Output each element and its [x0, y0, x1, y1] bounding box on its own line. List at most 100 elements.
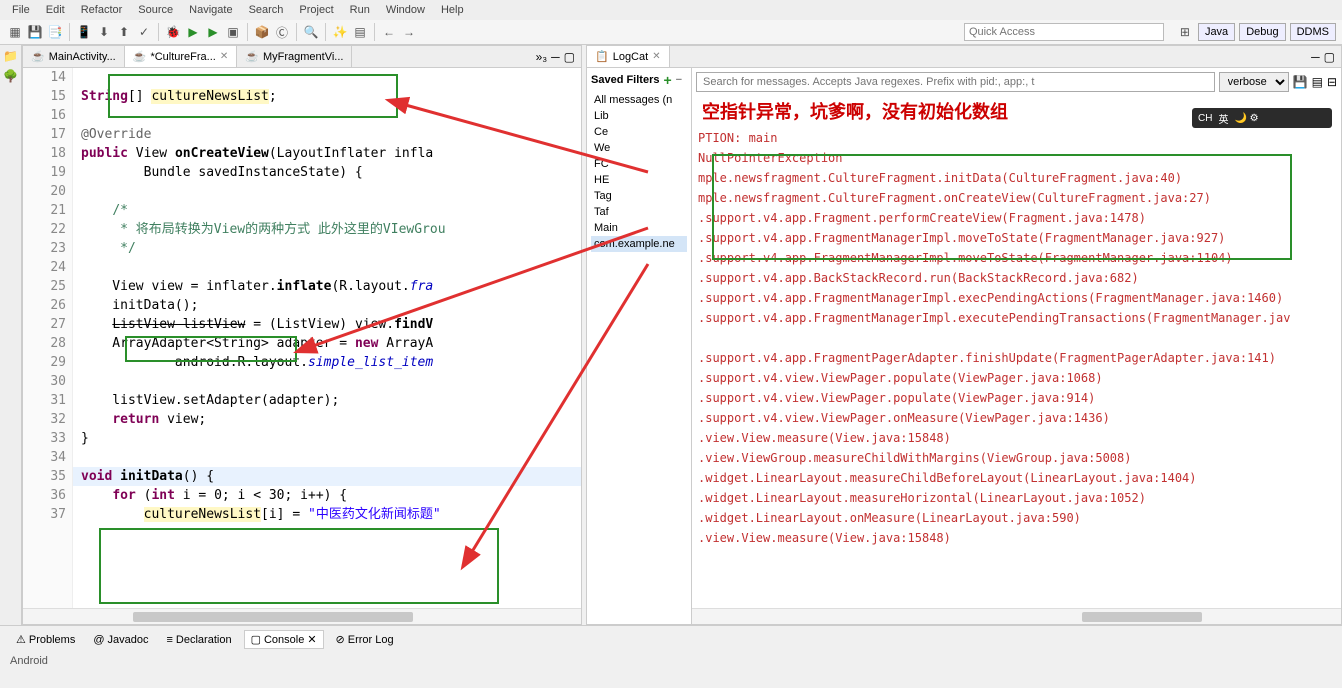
upload-icon[interactable]: ⬆ [115, 23, 133, 41]
log-line[interactable]: .support.v4.app.FragmentManagerImpl.move… [698, 248, 1335, 268]
filter-item[interactable]: HE [591, 172, 687, 188]
filter-item[interactable]: Tag [591, 188, 687, 204]
run-icon[interactable]: ▶ [184, 23, 202, 41]
close-icon[interactable]: ✕ [220, 51, 228, 62]
tab-logcat[interactable]: 📋 LogCat ✕ [587, 46, 670, 67]
log-line[interactable]: .support.v4.view.ViewPager.onMeasure(Vie… [698, 408, 1335, 428]
log-line[interactable]: mple.newsfragment.CultureFragment.initDa… [698, 168, 1335, 188]
code-line[interactable] [73, 182, 581, 201]
code-line[interactable]: @Override [73, 125, 581, 144]
log-line[interactable]: .view.View.measure(View.java:15848) [698, 528, 1335, 548]
log-line[interactable]: .view.View.measure(View.java:15848) [698, 428, 1335, 448]
code-line[interactable]: ArrayAdapter<String> adapter = new Array… [73, 334, 581, 353]
wand-icon[interactable]: ✨ [331, 23, 349, 41]
bottom-tab-javadoc[interactable]: @Javadoc [87, 632, 154, 648]
bottom-tab-problems[interactable]: ⚠Problems [10, 631, 81, 648]
debug-icon[interactable]: 🐞 [164, 23, 182, 41]
scroll-lock-icon[interactable]: ⊟ [1327, 75, 1337, 89]
log-line[interactable]: .support.v4.app.BackStackRecord.run(Back… [698, 268, 1335, 288]
filter-item[interactable]: We [591, 140, 687, 156]
save-all-icon[interactable]: 📑 [46, 23, 64, 41]
editor-tab[interactable]: ☕MainActivity... [23, 46, 125, 67]
clear-log-icon[interactable]: ▤ [1312, 75, 1323, 89]
menu-source[interactable]: Source [134, 2, 177, 18]
close-icon[interactable]: ✕ [652, 51, 660, 62]
log-line[interactable]: .support.v4.app.FragmentManagerImpl.move… [698, 228, 1335, 248]
menu-run[interactable]: Run [346, 2, 374, 18]
add-filter-icon[interactable]: + [663, 72, 671, 88]
editor-body[interactable]: 1415161718192021222324252627282930313233… [23, 68, 581, 608]
new-icon[interactable]: ▦ [6, 23, 24, 41]
editor-tab[interactable]: ☕*CultureFra...✕ [125, 46, 238, 67]
quick-access-input[interactable] [964, 23, 1164, 41]
editor-tab[interactable]: ☕MyFragmentVi... [237, 46, 352, 67]
open-perspective-icon[interactable]: ⊞ [1176, 23, 1194, 41]
code-line[interactable]: * 将布局转换为View的两种方式 此外这里的VIewGrou [73, 220, 581, 239]
code-line[interactable] [73, 106, 581, 125]
code-line[interactable]: Bundle savedInstanceState) { [73, 163, 581, 182]
more-tabs[interactable]: »₃ [536, 50, 548, 64]
code-line[interactable]: for (int i = 0; i < 30; i++) { [73, 486, 581, 505]
code-line[interactable] [73, 68, 581, 87]
new-package-icon[interactable]: 📦 [253, 23, 271, 41]
filter-item[interactable]: com.example.ne [591, 236, 687, 252]
coverage-icon[interactable]: ▣ [224, 23, 242, 41]
code-line[interactable]: cultureNewsList[i] = "中医药文化新闻标题" [73, 505, 581, 524]
perspective-java[interactable]: Java [1198, 23, 1235, 41]
lint-icon[interactable]: ✓ [135, 23, 153, 41]
perspective-debug[interactable]: Debug [1239, 23, 1285, 41]
log-line[interactable]: .widget.LinearLayout.onMeasure(LinearLay… [698, 508, 1335, 528]
code-line[interactable]: initData(); [73, 296, 581, 315]
maximize-icon[interactable]: ▢ [1324, 50, 1335, 64]
code-line[interactable]: void initData() { [73, 467, 581, 486]
remove-filter-icon[interactable]: − [676, 74, 682, 86]
search-icon[interactable]: 🔍 [302, 23, 320, 41]
log-line[interactable]: PTION: main [698, 128, 1335, 148]
bottom-tab-error log[interactable]: ⊘Error Log [330, 631, 400, 648]
code-line[interactable]: android.R.layout.simple_list_item [73, 353, 581, 372]
code-line[interactable]: return view; [73, 410, 581, 429]
log-line[interactable]: .view.ViewGroup.measureChildWithMargins(… [698, 448, 1335, 468]
log-line[interactable]: .support.v4.app.FragmentManagerImpl.exec… [698, 308, 1335, 328]
bottom-tab-console[interactable]: ▢Console ✕ [244, 630, 324, 649]
back-icon[interactable]: ← [380, 23, 398, 41]
log-line[interactable]: .support.v4.app.FragmentPagerAdapter.fin… [698, 348, 1335, 368]
perspective-ddms[interactable]: DDMS [1290, 23, 1336, 41]
log-line[interactable] [698, 328, 1335, 348]
menu-project[interactable]: Project [295, 2, 337, 18]
package-explorer-icon[interactable]: 📁 [3, 49, 18, 63]
menu-window[interactable]: Window [382, 2, 429, 18]
menu-navigate[interactable]: Navigate [185, 2, 236, 18]
download-icon[interactable]: ⬇ [95, 23, 113, 41]
logcat-search-input[interactable] [696, 72, 1215, 92]
code-line[interactable]: ListView listView = (ListView) view.find… [73, 315, 581, 334]
outline-icon[interactable]: ▤ [351, 23, 369, 41]
run-ext-icon[interactable]: ▶ [204, 23, 222, 41]
code-line[interactable]: /* [73, 201, 581, 220]
code-line[interactable]: } [73, 429, 581, 448]
log-level-select[interactable]: verbose [1219, 72, 1289, 92]
log-line[interactable]: .widget.LinearLayout.measureHorizontal(L… [698, 488, 1335, 508]
maximize-icon[interactable]: ▢ [564, 50, 575, 64]
filter-item[interactable]: All messages (n [591, 92, 687, 108]
code-line[interactable]: View view = inflater.inflate(R.layout.fr… [73, 277, 581, 296]
forward-icon[interactable]: → [400, 23, 418, 41]
menu-help[interactable]: Help [437, 2, 468, 18]
menu-file[interactable]: File [8, 2, 34, 18]
ime-bar[interactable]: CH 英 🌙 ⚙ [1192, 108, 1332, 128]
log-line[interactable]: NullPointerException [698, 148, 1335, 168]
logcat-hscrollbar[interactable] [692, 608, 1341, 624]
code-line[interactable]: listView.setAdapter(adapter); [73, 391, 581, 410]
code-line[interactable]: */ [73, 239, 581, 258]
code-line[interactable] [73, 372, 581, 391]
code-line[interactable] [73, 258, 581, 277]
save-log-icon[interactable]: 💾 [1293, 75, 1308, 89]
log-line[interactable]: .support.v4.view.ViewPager.populate(View… [698, 388, 1335, 408]
filter-item[interactable]: Taf [591, 204, 687, 220]
menu-search[interactable]: Search [245, 2, 288, 18]
filter-item[interactable]: Main [591, 220, 687, 236]
close-icon[interactable]: ✕ [307, 633, 316, 646]
code-line[interactable]: public View onCreateView(LayoutInflater … [73, 144, 581, 163]
code-line[interactable] [73, 448, 581, 467]
new-class-icon[interactable]: Ⓒ [273, 23, 291, 41]
